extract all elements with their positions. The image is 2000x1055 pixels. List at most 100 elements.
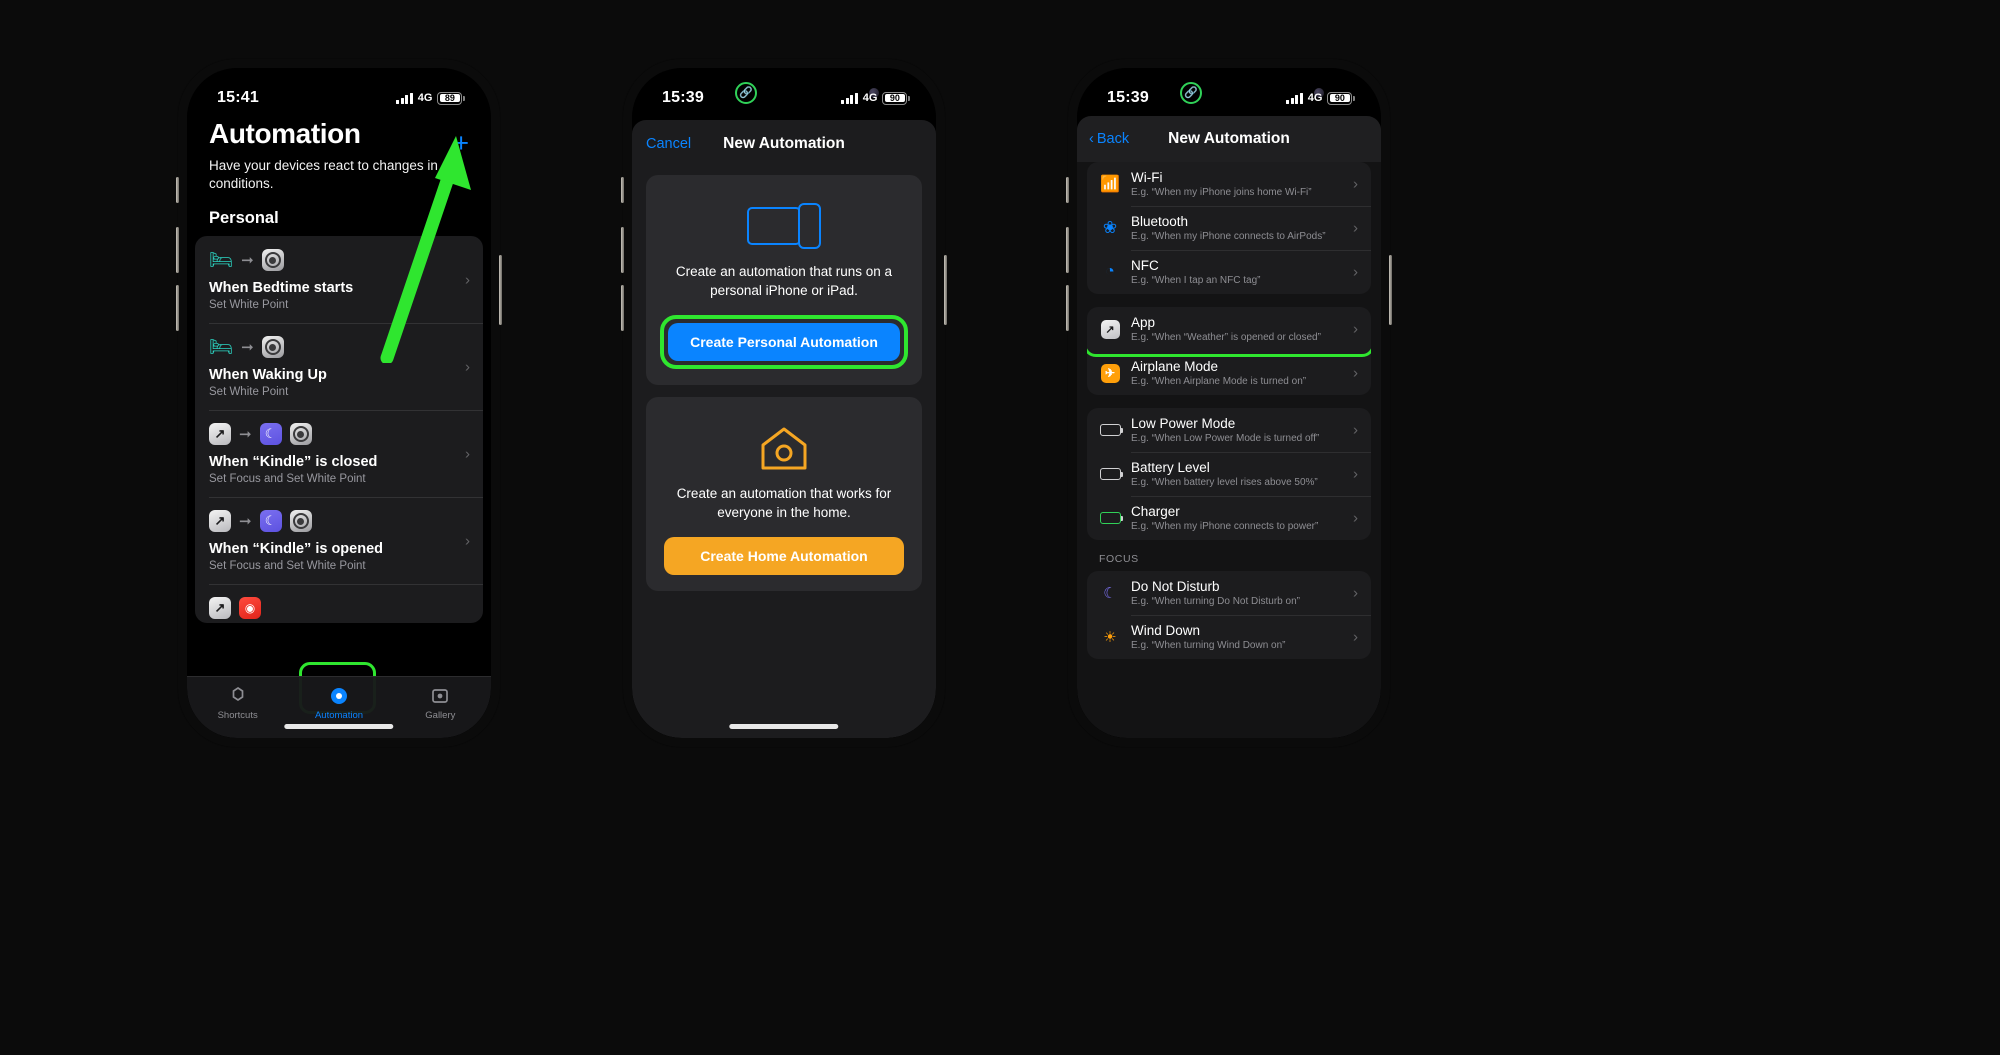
section-header-personal: Personal <box>209 209 279 228</box>
create-home-automation-button[interactable]: Create Home Automation <box>664 536 904 575</box>
sheet-nav-bar: Cancel New Automation <box>632 120 936 168</box>
trigger-row-airplane-mode[interactable]: ✈ Airplane Mode E.g. “When Airplane Mode… <box>1087 351 1371 395</box>
automation-icons: ↗ ➞ ☾ <box>209 510 469 533</box>
screen-mirroring-icon: 🔗 <box>735 82 757 104</box>
trigger-row-do-not-disturb[interactable]: ☾ Do Not Disturb E.g. “When turning Do N… <box>1087 571 1371 615</box>
volume-up-button[interactable] <box>1066 227 1069 273</box>
trigger-group-app: ↗ App E.g. “When “Weather” is opened or … <box>1087 307 1371 395</box>
page-subtitle: Have your devices react to changes in co… <box>209 158 438 192</box>
power-button[interactable] <box>1389 255 1392 325</box>
power-button[interactable] <box>499 255 502 325</box>
trigger-row-nfc[interactable]: ◔ NFC E.g. “When I tap an NFC tag” › <box>1087 250 1371 294</box>
chevron-right-icon: › <box>1353 584 1358 602</box>
trigger-example: E.g. “When my iPhone joins home Wi-Fi” <box>1131 186 1312 198</box>
personal-description: Create an automation that runs on a pers… <box>675 264 893 298</box>
power-button[interactable] <box>944 255 947 325</box>
shortcuts-icon <box>228 685 248 707</box>
add-automation-button[interactable]: + <box>453 130 469 157</box>
trigger-group-focus: ☾ Do Not Disturb E.g. “When turning Do N… <box>1087 571 1371 659</box>
trigger-example: E.g. “When my iPhone connects to AirPods… <box>1131 230 1326 242</box>
create-personal-automation-button[interactable]: Create Personal Automation <box>668 322 900 361</box>
automation-icons: ↗ ➞ ☾ <box>209 423 469 446</box>
battery-percent: 90 <box>1334 93 1345 103</box>
chevron-right-icon: › <box>465 271 470 289</box>
battery-percent: 89 <box>444 93 455 103</box>
volume-up-button[interactable] <box>176 227 179 273</box>
trigger-name: NFC <box>1131 258 1159 274</box>
volume-down-button[interactable] <box>1066 285 1069 331</box>
phone-3-screen: 🔗 15:39 4G 90 ‹ Back New Automation 📶 Wi… <box>1077 68 1381 738</box>
back-button[interactable]: ‹ Back <box>1089 131 1129 147</box>
tab-automation[interactable]: Automation <box>288 685 389 721</box>
wifi-icon: 📶 <box>1100 176 1120 193</box>
app-launch-icon: ↗ <box>209 510 231 533</box>
chevron-right-icon: › <box>1353 175 1358 193</box>
automation-name: When “Kindle” is closed <box>209 454 378 471</box>
moon-icon: ☾ <box>1103 585 1117 602</box>
trigger-example: E.g. “When Airplane Mode is turned on” <box>1131 375 1307 387</box>
network-type-label: 4G <box>417 92 433 104</box>
page-title: Automation <box>209 118 361 149</box>
tab-label: Automation <box>314 710 364 721</box>
automation-icons: 🛏 ➞ <box>209 336 469 359</box>
automation-row-kindle-opened[interactable]: ↗ ➞ ☾ When “Kindle” is opened Set Focus … <box>195 497 483 584</box>
battery-icon: 90 <box>1327 91 1355 105</box>
trigger-name: Low Power Mode <box>1131 416 1236 432</box>
tab-shortcuts[interactable]: Shortcuts <box>187 685 288 721</box>
arrow-right-icon: ➞ <box>239 512 252 530</box>
mute-switch[interactable] <box>1066 177 1069 203</box>
accessibility-icon <box>289 510 312 533</box>
volume-down-button[interactable] <box>176 285 179 331</box>
automation-desc: Set White Point <box>209 386 289 399</box>
cancel-button[interactable]: Cancel <box>646 136 691 152</box>
trigger-name: Airplane Mode <box>1131 359 1219 375</box>
automation-row-kindle-closed[interactable]: ↗ ➞ ☾ When “Kindle” is closed Set Focus … <box>195 410 483 497</box>
volume-down-button[interactable] <box>621 285 624 331</box>
section-header-focus: FOCUS <box>1099 553 1139 565</box>
cellular-signal-icon <box>841 92 858 104</box>
app-launch-icon: ↗ <box>209 423 231 446</box>
accessibility-icon <box>261 336 284 359</box>
trigger-example: E.g. “When Low Power Mode is turned off” <box>1131 432 1320 444</box>
battery-icon: 90 <box>882 91 910 105</box>
chevron-right-icon: › <box>1353 219 1358 237</box>
mute-switch[interactable] <box>621 177 624 203</box>
automation-list: 🛏 ➞ When Bedtime starts Set White Point … <box>195 236 483 624</box>
automation-row-partial[interactable]: ↗ ◉ <box>195 584 483 623</box>
trigger-row-wind-down[interactable]: ☀ Wind Down E.g. “When turning Wind Down… <box>1087 615 1371 659</box>
chevron-right-icon: › <box>1353 465 1358 483</box>
bed-icon: 🛏 <box>209 249 234 271</box>
automation-icon <box>329 685 349 707</box>
accessibility-icon <box>261 249 284 272</box>
cellular-signal-icon <box>1286 92 1303 104</box>
mute-switch[interactable] <box>176 177 179 203</box>
status-bar-1: 15:41 4G 89 <box>187 68 491 114</box>
trigger-row-bluetooth[interactable]: ❀ Bluetooth E.g. “When my iPhone connect… <box>1087 206 1371 250</box>
tab-gallery[interactable]: Gallery <box>390 685 491 721</box>
volume-up-button[interactable] <box>621 227 624 273</box>
automation-row-bedtime[interactable]: 🛏 ➞ When Bedtime starts Set White Point … <box>195 236 483 323</box>
network-type-label: 4G <box>1307 92 1323 104</box>
trigger-list[interactable]: 📶 Wi-Fi E.g. “When my iPhone joins home … <box>1077 162 1381 738</box>
trigger-group-connectivity: 📶 Wi-Fi E.g. “When my iPhone joins home … <box>1087 162 1371 294</box>
status-indicators: 4G 89 <box>396 91 465 105</box>
automation-name: When Bedtime starts <box>209 280 354 297</box>
gallery-icon <box>430 685 450 707</box>
automation-row-waking-up[interactable]: 🛏 ➞ When Waking Up Set White Point › <box>195 323 483 410</box>
battery-icon: 89 <box>437 91 465 105</box>
trigger-name: Battery Level <box>1131 460 1210 476</box>
trigger-name: Charger <box>1131 504 1180 520</box>
iphone-shape <box>798 203 821 249</box>
trigger-row-charger[interactable]: Charger E.g. “When my iPhone connects to… <box>1087 496 1371 540</box>
chevron-right-icon: › <box>465 532 470 550</box>
trigger-row-low-power-mode[interactable]: Low Power Mode E.g. “When Low Power Mode… <box>1087 408 1371 452</box>
chevron-right-icon: › <box>1353 628 1358 646</box>
chevron-right-icon: › <box>1353 364 1358 382</box>
trigger-row-battery-level[interactable]: Battery Level E.g. “When battery level r… <box>1087 452 1371 496</box>
tab-label: Shortcuts <box>217 710 258 721</box>
status-bar-2: 15:39 4G 90 <box>632 68 936 114</box>
trigger-example: E.g. “When my iPhone connects to power” <box>1131 520 1319 532</box>
battery-icon <box>1099 468 1123 480</box>
cellular-signal-icon <box>396 92 413 104</box>
trigger-row-wifi[interactable]: 📶 Wi-Fi E.g. “When my iPhone joins home … <box>1087 162 1371 206</box>
